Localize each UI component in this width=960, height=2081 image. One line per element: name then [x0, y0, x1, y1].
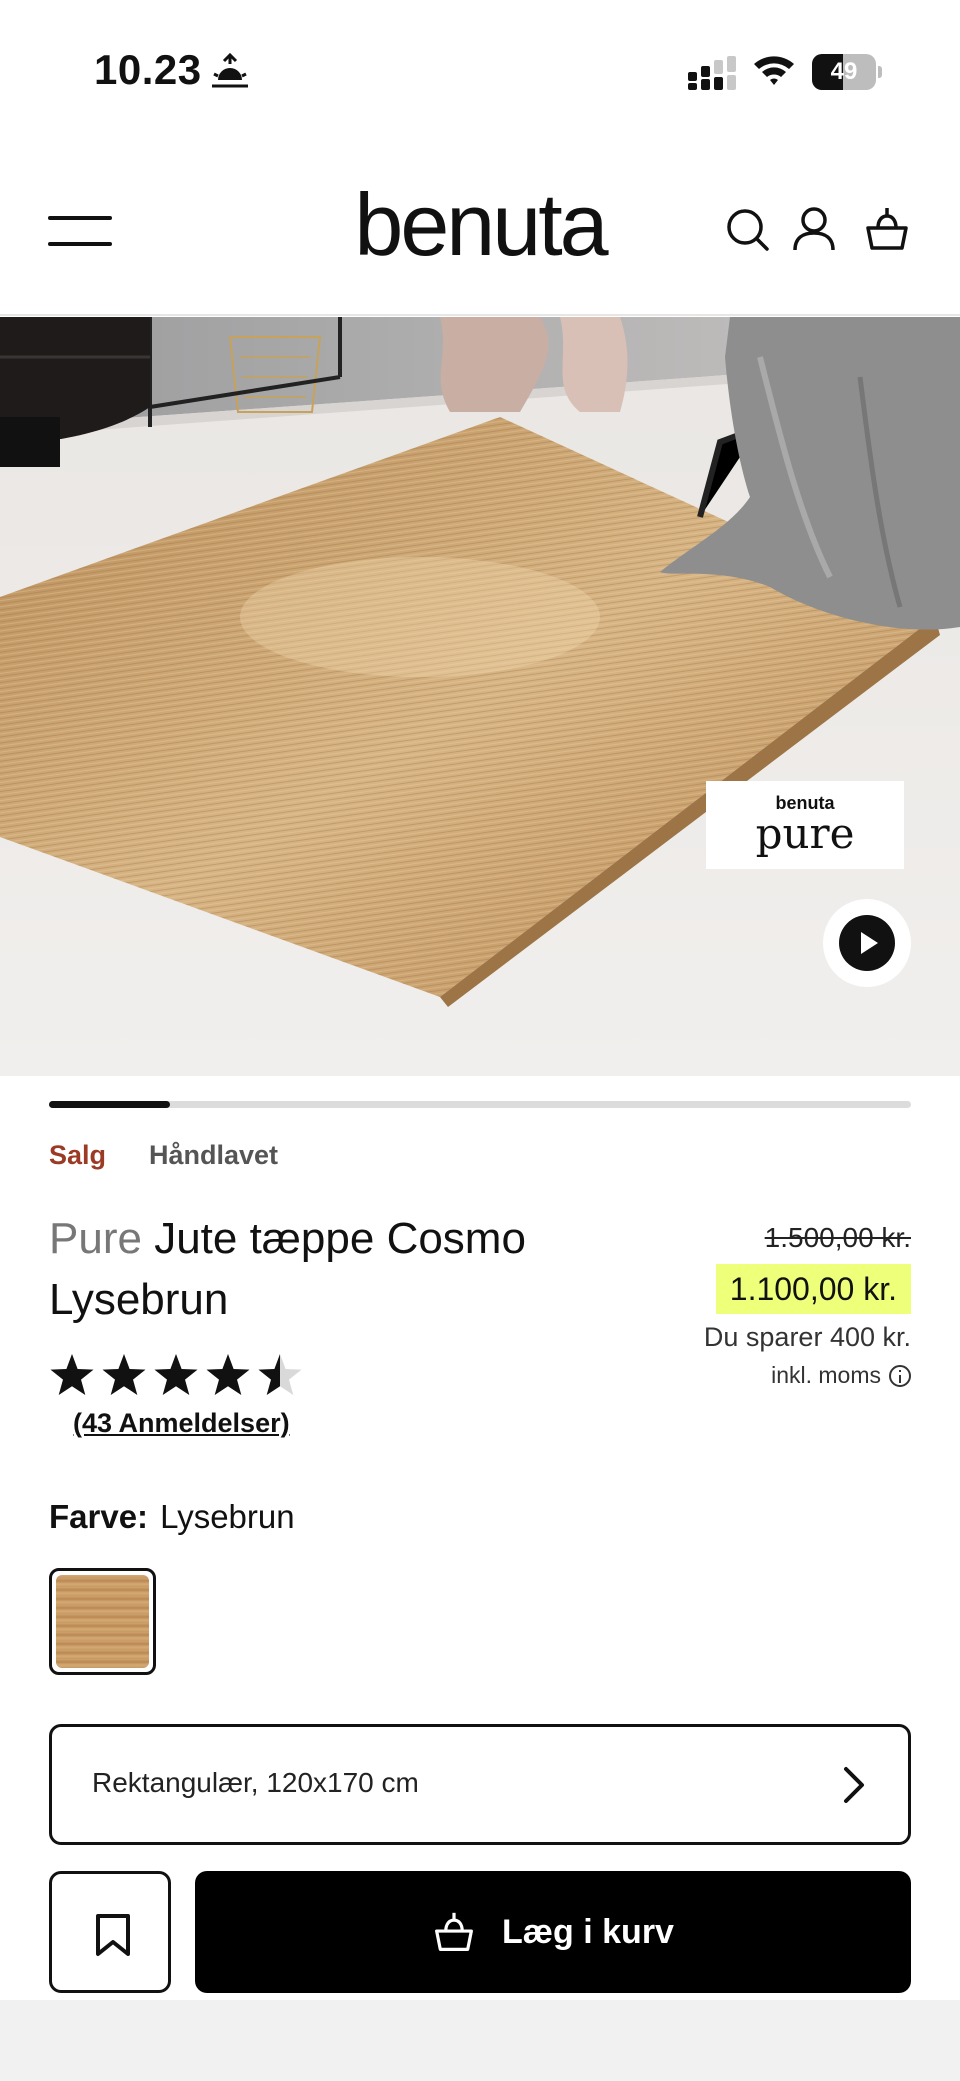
product-brand: Pure — [49, 1214, 142, 1263]
play-video-button[interactable] — [823, 899, 911, 987]
sale-tag: Salg — [49, 1140, 107, 1170]
product-image-carousel[interactable]: benuta pure — [0, 317, 960, 1076]
handmade-tag: Håndlavet — [149, 1140, 279, 1170]
old-price: 1.500,00 kr. — [764, 1222, 911, 1253]
site-logo[interactable]: benuta — [300, 180, 660, 270]
basket-icon[interactable] — [864, 206, 910, 252]
vat-label: inkl. moms — [771, 1362, 881, 1388]
brand-badge-line: pure — [755, 809, 855, 858]
chevron-right-icon — [844, 1767, 864, 1803]
current-price: 1.100,00 kr. — [715, 1264, 911, 1314]
bottom-toolbar — [0, 2000, 960, 2081]
wishlist-button[interactable] — [49, 1871, 171, 1993]
rating-stars — [49, 1352, 303, 1402]
basket-icon — [435, 1912, 473, 1951]
cellular-signal-icon — [688, 56, 736, 90]
menu-icon — [48, 216, 112, 220]
battery-icon: 49 — [812, 54, 882, 90]
size-select[interactable]: Rektangulær, 120x170 cm — [49, 1724, 911, 1845]
product-image — [0, 317, 960, 1076]
info-icon[interactable] — [889, 1364, 911, 1387]
status-bar: 10.23 49 — [0, 0, 960, 140]
price-saving: Du sparer 400 kr. — [703, 1322, 911, 1352]
star-icon — [102, 1354, 146, 1395]
color-label: Farve: — [49, 1498, 149, 1535]
star-icon — [206, 1354, 250, 1395]
site-header: benuta — [0, 140, 960, 316]
color-swatch-lysebrun[interactable] — [49, 1568, 156, 1675]
vat-info[interactable]: inkl. moms — [771, 1362, 911, 1389]
color-value: Lysebrun — [160, 1498, 295, 1535]
sunrise-icon — [212, 52, 248, 88]
bookmark-icon — [96, 1914, 130, 1956]
battery-level: 49 — [830, 58, 858, 85]
reviews-link[interactable]: (43 Anmeldelser) — [73, 1408, 290, 1439]
menu-button[interactable] — [48, 212, 114, 248]
star-icon — [258, 1354, 302, 1395]
star-icon — [154, 1354, 198, 1395]
status-time: 10.23 — [94, 46, 202, 93]
account-icon[interactable] — [791, 206, 837, 252]
add-to-cart-button[interactable]: Læg i kurv — [195, 1871, 911, 1993]
brand-badge: benuta pure — [706, 781, 904, 869]
product-title: Pure Jute tæppe Cosmo Lysebrun — [49, 1208, 569, 1330]
carousel-progress — [49, 1101, 911, 1108]
color-selector-label: Farve: Lysebrun — [49, 1498, 295, 1536]
play-icon — [861, 932, 878, 954]
add-to-cart-label: Læg i kurv — [502, 1912, 674, 1951]
star-icon — [50, 1354, 94, 1395]
search-icon[interactable] — [724, 206, 770, 252]
size-value: Rektangulær, 120x170 cm — [92, 1767, 419, 1798]
wifi-icon — [754, 56, 794, 85]
